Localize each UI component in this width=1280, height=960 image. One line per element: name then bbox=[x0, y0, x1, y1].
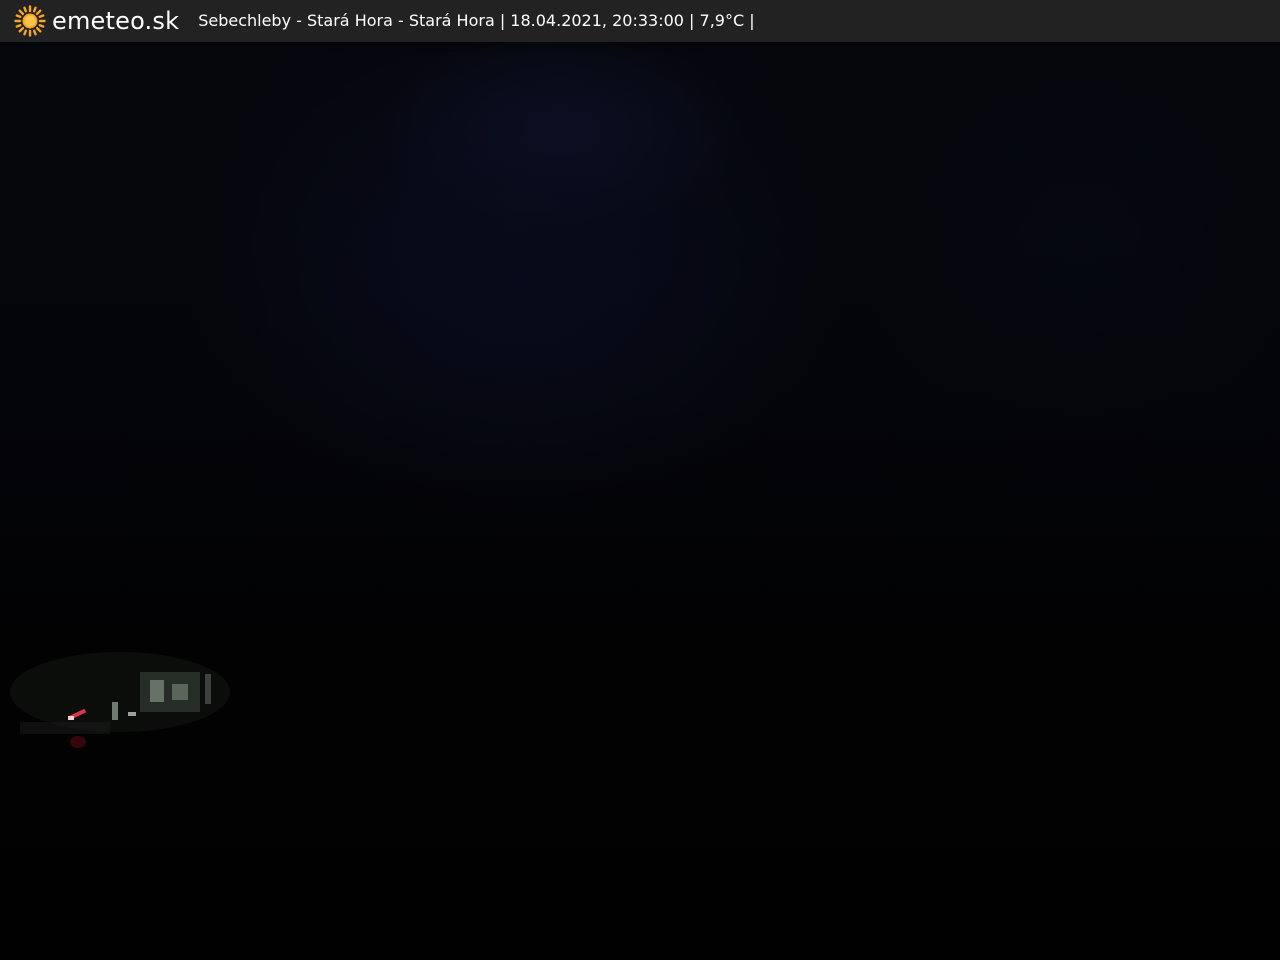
village-lights bbox=[10, 652, 230, 748]
header-bar: emeteo.sk Sebechleby - Stará Hora - Star… bbox=[0, 0, 1280, 42]
webcam-caption: Sebechleby - Stará Hora - Stará Hora | 1… bbox=[198, 11, 755, 30]
logo: emeteo.sk bbox=[14, 0, 179, 42]
sun-icon bbox=[14, 5, 46, 37]
tree-silhouette bbox=[165, 52, 865, 492]
brand-name: emeteo.sk bbox=[52, 7, 180, 35]
night-scene bbox=[0, 42, 1280, 960]
webcam-frame: emeteo.sk Sebechleby - Stará Hora - Star… bbox=[0, 0, 1280, 960]
